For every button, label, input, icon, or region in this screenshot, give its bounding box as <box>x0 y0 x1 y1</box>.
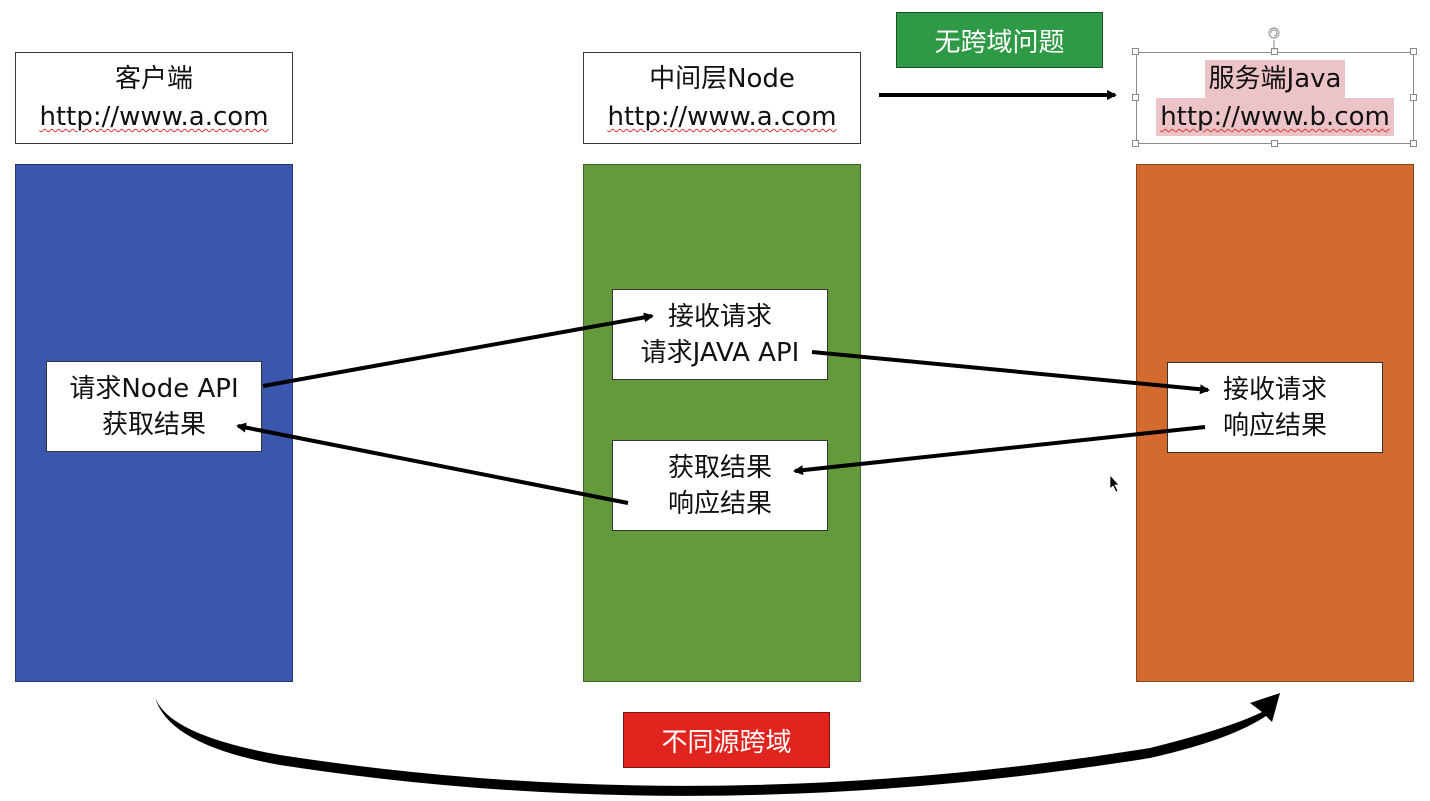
arrow-client-to-node <box>262 312 654 388</box>
mouse-pointer-icon <box>1109 473 1120 493</box>
arrows-layer <box>155 27 1280 796</box>
arrow-node-to-client <box>236 422 629 505</box>
arrow-server-to-node <box>793 425 1206 476</box>
curved-cross-origin-arrow <box>155 693 1280 796</box>
arrow-node-to-server <box>811 350 1210 395</box>
